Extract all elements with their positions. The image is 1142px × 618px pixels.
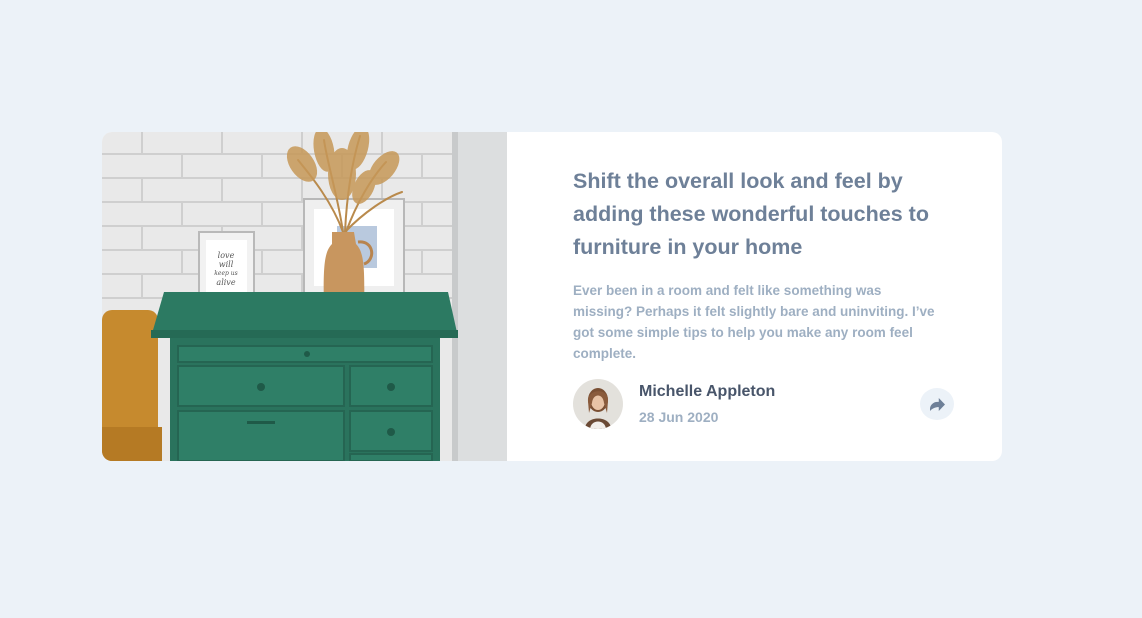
svg-text:will: will [219,260,234,269]
author-name: Michelle Appleton [639,383,776,400]
article-content: Shift the overall look and feel by addin… [507,132,1002,461]
share-arrow-icon [929,397,945,411]
article-excerpt: Ever been in a room and felt like someth… [573,283,935,361]
svg-text:keep us: keep us [214,270,237,277]
article-photo: love will keep us alive [102,132,507,461]
svg-text:love: love [218,251,235,260]
avatar [573,379,623,429]
article-title[interactable]: Shift the overall look and feel by addin… [573,165,963,264]
svg-text:alive: alive [216,278,235,287]
publish-date: 28 Jun 2020 [639,409,719,425]
share-button[interactable] [920,388,954,420]
article-preview-card: love will keep us alive Shift the overal… [102,132,1002,461]
author-info: Michelle Appleton 28 Jun 2020 [573,379,775,429]
